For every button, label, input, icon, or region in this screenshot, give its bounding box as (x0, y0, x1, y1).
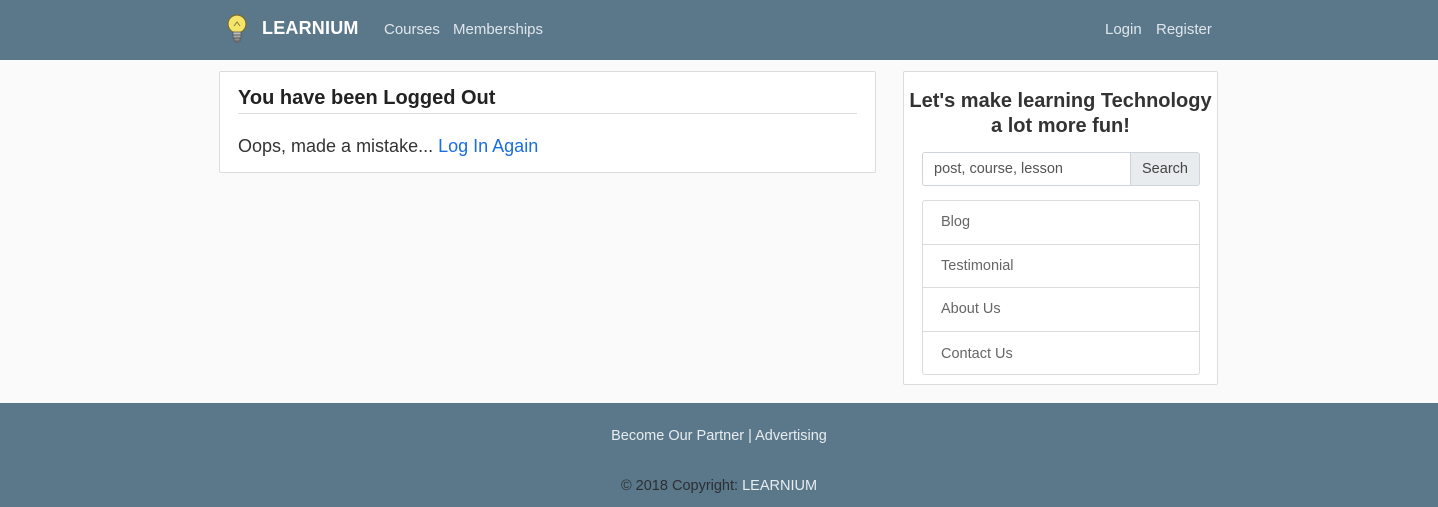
sidebar: Let's make learning Technology a lot mor… (903, 71, 1218, 385)
footer-link-partner[interactable]: Become Our Partner (611, 428, 744, 444)
search-button[interactable]: Search (1130, 152, 1200, 186)
brand-logo-text[interactable]: LEARNIUM (262, 18, 359, 39)
nav-link-register[interactable]: Register (1156, 21, 1212, 38)
footer: Become Our Partner | Advertising © 2018 … (0, 403, 1438, 507)
search-input[interactable] (922, 152, 1131, 186)
lightbulb-icon[interactable] (226, 14, 248, 46)
copyright-brand-link[interactable]: LEARNIUM (742, 478, 817, 494)
logout-message: Oops, made a mistake... Log In Again (238, 136, 538, 157)
sidebar-menu: Blog Testimonial About Us Contact Us (922, 200, 1200, 375)
logout-message-text: Oops, made a mistake... (238, 136, 434, 156)
nav-link-courses[interactable]: Courses (384, 21, 440, 38)
footer-links: Become Our Partner | Advertising (0, 428, 1438, 444)
sidebar-item-contact-us[interactable]: Contact Us (923, 332, 1199, 376)
page-title: You have been Logged Out (238, 87, 496, 109)
sidebar-item-testimonial[interactable]: Testimonial (923, 245, 1199, 289)
nav-link-login[interactable]: Login (1105, 21, 1142, 38)
title-divider (238, 113, 857, 114)
copyright-text: © 2018 Copyright: (620, 478, 739, 494)
sidebar-tagline: Let's make learning Technology a lot mor… (909, 90, 1212, 137)
top-navbar: LEARNIUM Courses Memberships Login Regis… (0, 0, 1438, 60)
log-in-again-link[interactable]: Log In Again (438, 136, 538, 156)
logout-card: You have been Logged Out Oops, made a mi… (219, 71, 876, 173)
copyright: © 2018 Copyright: LEARNIUM (0, 478, 1438, 494)
sidebar-item-blog[interactable]: Blog (923, 201, 1199, 245)
footer-link-advertising[interactable]: Advertising (755, 428, 827, 444)
sidebar-item-about-us[interactable]: About Us (923, 288, 1199, 332)
lightbulb-icon-svg (227, 14, 247, 43)
nav-link-memberships[interactable]: Memberships (453, 21, 543, 38)
footer-separator: | (748, 428, 752, 444)
